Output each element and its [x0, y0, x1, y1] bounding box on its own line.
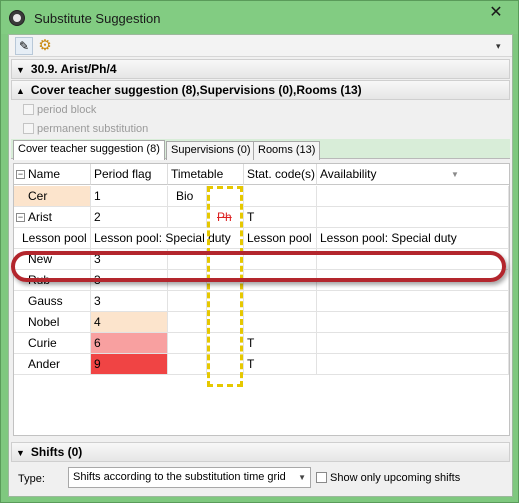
substitute-suggestion-window: Substitute Suggestion ✕ ✎ ⚙ ▾ ▼ 30.9. Ari…: [0, 0, 519, 503]
cell-timetable-slot[interactable]: [207, 249, 244, 270]
cover-teacher-grid: Name − Period flag Timetable Stat. code(…: [13, 163, 510, 436]
cell-timetable-slot[interactable]: [207, 354, 244, 375]
column-header-period-flag[interactable]: Period flag: [91, 164, 168, 185]
tab-rooms[interactable]: Rooms (13): [253, 141, 321, 160]
expand-arrow-icon[interactable]: ▲: [16, 86, 25, 96]
cell-availability[interactable]: [317, 291, 509, 312]
edit-pencil-icon[interactable]: ✎: [15, 37, 33, 55]
cell-timetable[interactable]: Bio: [168, 186, 207, 207]
suggestion-tabs: Cover teacher suggestion (8) Supervision…: [11, 139, 510, 160]
cell-period-flag[interactable]: 3: [91, 270, 168, 291]
column-header-stat-codes[interactable]: Stat. code(s): [244, 164, 317, 185]
title-bar[interactable]: Substitute Suggestion ✕: [1, 1, 518, 34]
period-block-label: period block: [37, 104, 97, 116]
cell-stat-code[interactable]: [244, 249, 317, 270]
collapse-arrow-icon[interactable]: ▼: [16, 448, 25, 458]
cell-name[interactable]: Cer: [14, 186, 91, 207]
cell-name[interactable]: Gauss: [14, 291, 91, 312]
cell-availability[interactable]: [317, 249, 509, 270]
cover-summary: Cover teacher suggestion (8),Supervision…: [30, 83, 362, 97]
cell-timetable-slot[interactable]: [207, 270, 244, 291]
collapse-all-icon[interactable]: −: [16, 170, 25, 179]
tab-cover-teacher[interactable]: Cover teacher suggestion (8): [13, 140, 165, 160]
cell-period-flag[interactable]: 3: [91, 249, 168, 270]
permanent-substitution-label: permanent substitution: [37, 123, 149, 135]
cell-stat-code[interactable]: T: [244, 354, 317, 375]
cell-availability[interactable]: [317, 207, 509, 228]
cell-period-flag[interactable]: 1: [91, 186, 168, 207]
tab-supervisions[interactable]: Supervisions (0): [166, 141, 256, 160]
cell-timetable-slot[interactable]: [207, 333, 244, 354]
cell-availability[interactable]: [317, 354, 509, 375]
collapse-arrow-icon[interactable]: ▼: [16, 65, 25, 75]
permanent-substitution-checkbox[interactable]: [23, 123, 34, 134]
cell-availability[interactable]: [317, 186, 509, 207]
cell-stat-code[interactable]: Lesson pool: [244, 228, 317, 249]
close-button[interactable]: ✕: [479, 2, 513, 24]
cell-period-flag[interactable]: 4: [91, 312, 168, 333]
lesson-section-header[interactable]: ▼ 30.9. Arist/Ph/4: [11, 59, 510, 79]
sort-arrow-icon[interactable]: ▼: [451, 164, 459, 185]
cell-timetable-slot-cancelled[interactable]: Ph: [207, 207, 244, 228]
cell-timetable[interactable]: [168, 312, 207, 333]
cell-timetable-slot[interactable]: [207, 291, 244, 312]
lesson-title: 30.9. Arist/Ph/4: [30, 62, 117, 76]
cell-period-flag[interactable]: 6: [91, 333, 168, 354]
cell-period-flag[interactable]: 9: [91, 354, 168, 375]
toolbar: ✎ ⚙ ▾: [9, 35, 512, 57]
cell-timetable-slot[interactable]: [207, 186, 244, 207]
shifts-section-header[interactable]: ▼ Shifts (0): [11, 442, 510, 462]
upcoming-shifts-checkbox[interactable]: [316, 472, 327, 483]
clock-icon: [9, 10, 25, 26]
cell-name[interactable]: New: [14, 249, 91, 270]
column-header-availability[interactable]: Availability: [317, 164, 509, 185]
cell-name[interactable]: Lesson pool: [14, 228, 91, 249]
upcoming-shifts-label: Show only upcoming shifts: [330, 472, 461, 484]
cell-timetable[interactable]: [168, 249, 207, 270]
column-header-name[interactable]: Name: [14, 164, 91, 185]
cell-timetable[interactable]: [168, 333, 207, 354]
permanent-substitution-option[interactable]: permanent substitution: [23, 122, 148, 138]
shifts-title: Shifts (0): [30, 445, 83, 459]
cell-name[interactable]: Curie: [14, 333, 91, 354]
cell-stat-code[interactable]: [244, 291, 317, 312]
cell-period-flag[interactable]: Lesson pool: Special duty: [91, 228, 244, 249]
cell-name[interactable]: Arist: [14, 207, 91, 228]
cell-timetable[interactable]: [168, 291, 207, 312]
cell-availability[interactable]: [317, 333, 509, 354]
toolbar-overflow-icon[interactable]: ▾: [496, 41, 501, 52]
cell-availability[interactable]: Lesson pool: Special duty: [317, 228, 509, 249]
cell-stat-code[interactable]: [244, 270, 317, 291]
period-block-checkbox[interactable]: [23, 104, 34, 115]
cell-timetable-slot[interactable]: [207, 312, 244, 333]
type-label: Type:: [18, 473, 45, 485]
cell-timetable[interactable]: [168, 354, 207, 375]
period-block-option[interactable]: period block: [23, 103, 96, 119]
cell-stat-code[interactable]: [244, 186, 317, 207]
cell-name[interactable]: Nobel: [14, 312, 91, 333]
cell-period-flag[interactable]: 3: [91, 291, 168, 312]
cell-stat-code[interactable]: [244, 312, 317, 333]
window-title: Substitute Suggestion: [34, 11, 161, 26]
column-header-timetable[interactable]: Timetable: [168, 164, 244, 185]
cell-name[interactable]: Ander: [14, 354, 91, 375]
cell-timetable[interactable]: [168, 207, 207, 228]
shift-type-value: Shifts according to the substitution tim…: [73, 471, 286, 483]
cover-section-header[interactable]: ▲ Cover teacher suggestion (8),Supervisio…: [11, 80, 510, 100]
cell-period-flag[interactable]: 2: [91, 207, 168, 228]
cell-stat-code[interactable]: T: [244, 333, 317, 354]
chevron-down-icon[interactable]: ▼: [298, 468, 306, 487]
dialog-client-area: ✎ ⚙ ▾ ▼ 30.9. Arist/Ph/4 ▲ Cover teacher s…: [8, 34, 513, 497]
cell-name[interactable]: Rub: [14, 270, 91, 291]
cell-availability[interactable]: [317, 270, 509, 291]
gear-icon[interactable]: ⚙: [36, 37, 54, 55]
upcoming-shifts-option[interactable]: Show only upcoming shifts: [316, 472, 460, 484]
shift-type-select[interactable]: Shifts according to the substitution tim…: [68, 467, 311, 488]
cell-stat-code[interactable]: T: [244, 207, 317, 228]
cell-availability[interactable]: [317, 312, 509, 333]
cell-timetable[interactable]: [168, 270, 207, 291]
